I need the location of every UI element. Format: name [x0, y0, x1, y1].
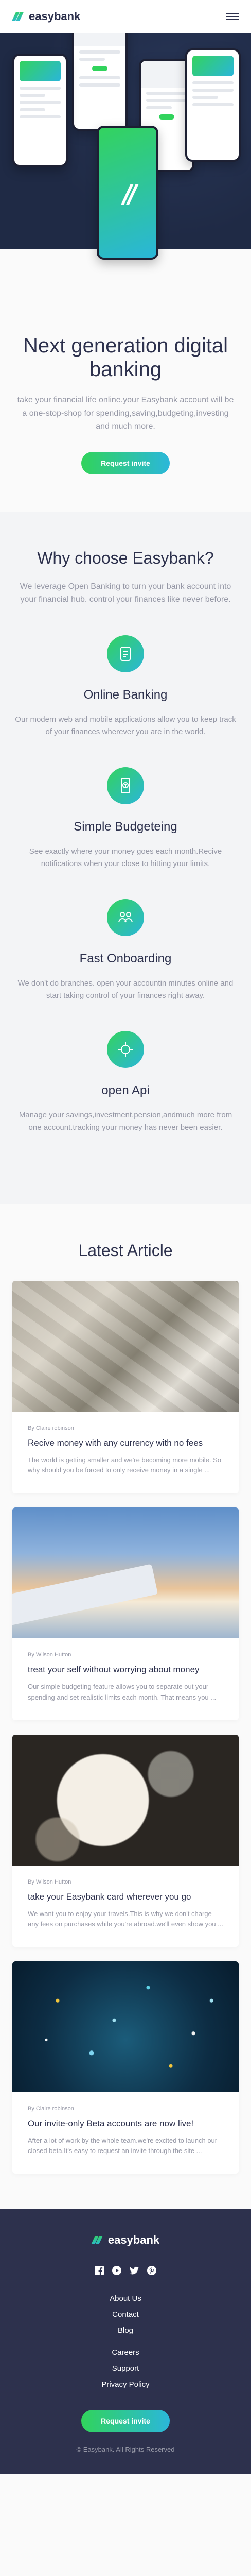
- feature-budgeting: Simple Budgeteing See exactly where your…: [14, 767, 237, 870]
- logo-mark-icon: [120, 184, 139, 205]
- logo-mark-icon: [91, 2236, 104, 2245]
- article-card[interactable]: By Wilson Hutton treat your self without…: [12, 1507, 239, 1720]
- article-card[interactable]: By Wilson Hutton take your Easybank card…: [12, 1734, 239, 1947]
- article-author: By Wilson Hutton: [28, 1652, 71, 1658]
- feature-title: Online Banking: [83, 687, 168, 702]
- latest-articles-section: Latest Article By Claire robinson Recive…: [0, 1204, 251, 2209]
- twitter-icon[interactable]: [129, 2265, 139, 2276]
- footer-link-privacy[interactable]: Privacy Policy: [12, 2380, 239, 2389]
- phone-mockup: [185, 48, 241, 162]
- article-image-plane: [12, 1507, 239, 1639]
- feature-online-banking: Online Banking Our modern web and mobile…: [14, 635, 237, 738]
- section-description: We leverage Open Banking to turn your ba…: [20, 582, 231, 604]
- article-title[interactable]: Our invite-only Beta accounts are now li…: [28, 2118, 223, 2129]
- article-title[interactable]: treat your self without worrying about m…: [28, 1664, 223, 1675]
- feature-onboarding: Fast Onboarding We don't do branches. op…: [14, 899, 237, 1002]
- footer-link-blog[interactable]: Blog: [12, 2326, 239, 2335]
- article-card[interactable]: By Claire robinson Recive money with any…: [12, 1280, 239, 1494]
- article-text: We want you to enjoy your travels.This i…: [28, 1909, 224, 1928]
- hero-title: Next generation digital banking: [23, 334, 228, 381]
- article-author: By Claire robinson: [28, 1425, 74, 1431]
- why-choose-section: Why choose Easybank? We leverage Open Ba…: [0, 511, 251, 1204]
- logo-text: easybank: [107, 2233, 160, 2247]
- feature-open-api: open Api Manage your savings,investment,…: [14, 1030, 237, 1134]
- article-title[interactable]: Recive money with any currency with no f…: [28, 1437, 223, 1449]
- footer-links-secondary: Careers Support Privacy Policy: [12, 2348, 239, 2389]
- article-author: By Wilson Hutton: [28, 1878, 71, 1885]
- hamburger-menu-icon[interactable]: [226, 13, 239, 20]
- article-text: The world is getting smaller and we're b…: [28, 1456, 222, 1475]
- pinterest-icon[interactable]: [147, 2265, 157, 2276]
- hero-description: take your financial life online.your Eas…: [17, 396, 234, 431]
- feature-text: We don't do branches. open your accounti…: [17, 978, 234, 1000]
- footer-logo[interactable]: easybank: [12, 2233, 239, 2247]
- article-title[interactable]: take your Easybank card wherever you go: [28, 1891, 223, 1903]
- feature-title: Simple Budgeteing: [74, 819, 177, 834]
- phone-mockup-splash: [97, 126, 158, 260]
- logo[interactable]: easybank: [12, 10, 80, 23]
- site-header: easybank: [0, 0, 251, 33]
- feature-text: See exactly where your money goes each m…: [29, 846, 222, 868]
- footer-request-invite-button[interactable]: Request invite: [81, 2410, 170, 2433]
- section-title: Latest Article: [78, 1241, 173, 1260]
- article-image-restaurant: [12, 1734, 239, 1866]
- article-card[interactable]: By Claire robinson Our invite-only Beta …: [12, 1961, 239, 2174]
- copyright-text: © Easybank. All Rights Reserved: [76, 2446, 175, 2454]
- online-banking-icon: [107, 635, 144, 672]
- site-footer: easybank About Us Contact Blog Careers S…: [0, 2209, 251, 2475]
- logo-text: easybank: [29, 10, 81, 23]
- phone-mockup: [72, 33, 128, 131]
- section-title: Why choose Easybank?: [37, 548, 214, 567]
- feature-title: Fast Onboarding: [79, 951, 172, 965]
- logo-mark-icon: [12, 12, 25, 21]
- article-text: Our simple budgeting feature allows you …: [28, 1683, 217, 1701]
- hero-mockups: [0, 33, 251, 301]
- footer-link-careers[interactable]: Careers: [12, 2348, 239, 2357]
- article-author: By Claire robinson: [28, 2106, 74, 2112]
- request-invite-button[interactable]: Request invite: [81, 451, 170, 474]
- social-links: [12, 2265, 239, 2276]
- article-image-currency: [12, 1280, 239, 1412]
- intro-section: Next generation digital banking take you…: [0, 301, 251, 512]
- footer-links-primary: About Us Contact Blog: [12, 2294, 239, 2335]
- footer-link-contact[interactable]: Contact: [12, 2310, 239, 2319]
- article-text: After a lot of work by the whole team.we…: [28, 2137, 218, 2155]
- feature-text: Our modern web and mobile applications a…: [15, 715, 236, 736]
- onboarding-icon: [107, 899, 144, 936]
- article-image-confetti: [12, 1961, 239, 2093]
- feature-title: open Api: [101, 1083, 150, 1097]
- phone-mockup: [12, 54, 68, 167]
- api-icon: [107, 1030, 144, 1068]
- youtube-icon[interactable]: [112, 2265, 122, 2276]
- facebook-icon[interactable]: [94, 2265, 104, 2276]
- footer-link-support[interactable]: Support: [12, 2364, 239, 2373]
- footer-link-about[interactable]: About Us: [12, 2294, 239, 2303]
- budgeting-icon: [107, 767, 144, 804]
- feature-text: Manage your savings,investment,pension,a…: [19, 1110, 232, 1132]
